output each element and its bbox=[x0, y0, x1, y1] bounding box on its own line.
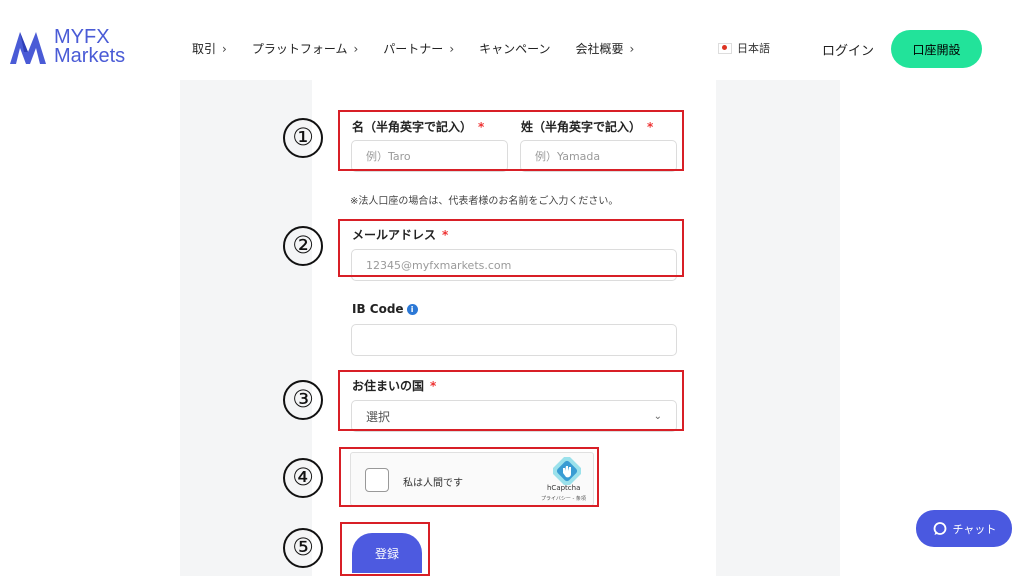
chevron-right-icon: › bbox=[629, 42, 635, 56]
nav-item-trading[interactable]: 取引 › bbox=[192, 40, 227, 57]
annotation-box-1 bbox=[338, 110, 684, 171]
site-header: MYFX Markets 取引 › プラットフォーム › パートナー › キャンペーン… bbox=[0, 0, 1024, 80]
chevron-right-icon: › bbox=[449, 42, 455, 56]
nav-label: 会社概要 bbox=[575, 42, 624, 56]
annotation-number-3: ③ bbox=[283, 380, 323, 420]
annotation-box-3 bbox=[338, 370, 684, 431]
chat-label: チャット bbox=[952, 522, 997, 536]
login-link[interactable]: ログイン bbox=[822, 40, 874, 59]
annotation-number-2: ② bbox=[283, 226, 323, 266]
nav-label: キャンペーン bbox=[479, 42, 551, 56]
info-icon[interactable]: i bbox=[406, 304, 418, 315]
annotation-box-2 bbox=[338, 219, 684, 277]
chat-bubble-icon bbox=[933, 521, 946, 535]
corporate-note: ※法人口座の場合は、代表者様のお名前をご入力ください。 bbox=[350, 196, 619, 207]
ib-code-label: IB Code i bbox=[352, 302, 418, 316]
nav-label: 取引 bbox=[192, 42, 217, 56]
nav-item-partner[interactable]: パートナー › bbox=[383, 40, 454, 57]
annotation-box-4 bbox=[339, 447, 599, 507]
nav-label: プラットフォーム bbox=[251, 42, 348, 56]
nav-item-company[interactable]: 会社概要 › bbox=[576, 40, 635, 57]
brand-mark-icon bbox=[10, 32, 46, 64]
brand-name: MYFX Markets bbox=[54, 27, 126, 67]
nav-item-platform[interactable]: プラットフォーム › bbox=[252, 40, 358, 57]
annotation-box-5 bbox=[340, 522, 430, 576]
open-account-button[interactable]: 口座開設 bbox=[891, 30, 982, 68]
annotation-number-4: ④ bbox=[283, 458, 323, 498]
chat-button[interactable]: チャット bbox=[916, 510, 1012, 547]
japan-flag-icon bbox=[718, 42, 732, 54]
background-panel-right bbox=[716, 80, 840, 576]
chevron-right-icon: › bbox=[353, 42, 359, 56]
brand-logo[interactable]: MYFX Markets bbox=[8, 26, 125, 68]
main-nav: 取引 › プラットフォーム › パートナー › キャンペーン 会社概要 › bbox=[192, 40, 659, 57]
annotation-number-5: ⑤ bbox=[283, 528, 323, 568]
annotation-number-1: ① bbox=[283, 118, 323, 158]
brand-line2: Markets bbox=[54, 45, 126, 67]
nav-item-campaign[interactable]: キャンペーン bbox=[479, 40, 550, 57]
chevron-right-icon: › bbox=[222, 42, 227, 56]
language-label: 日本語 bbox=[737, 42, 770, 55]
nav-label: パートナー bbox=[383, 42, 444, 56]
ib-code-input[interactable] bbox=[351, 324, 677, 356]
language-selector[interactable]: 日本語 bbox=[718, 40, 770, 56]
